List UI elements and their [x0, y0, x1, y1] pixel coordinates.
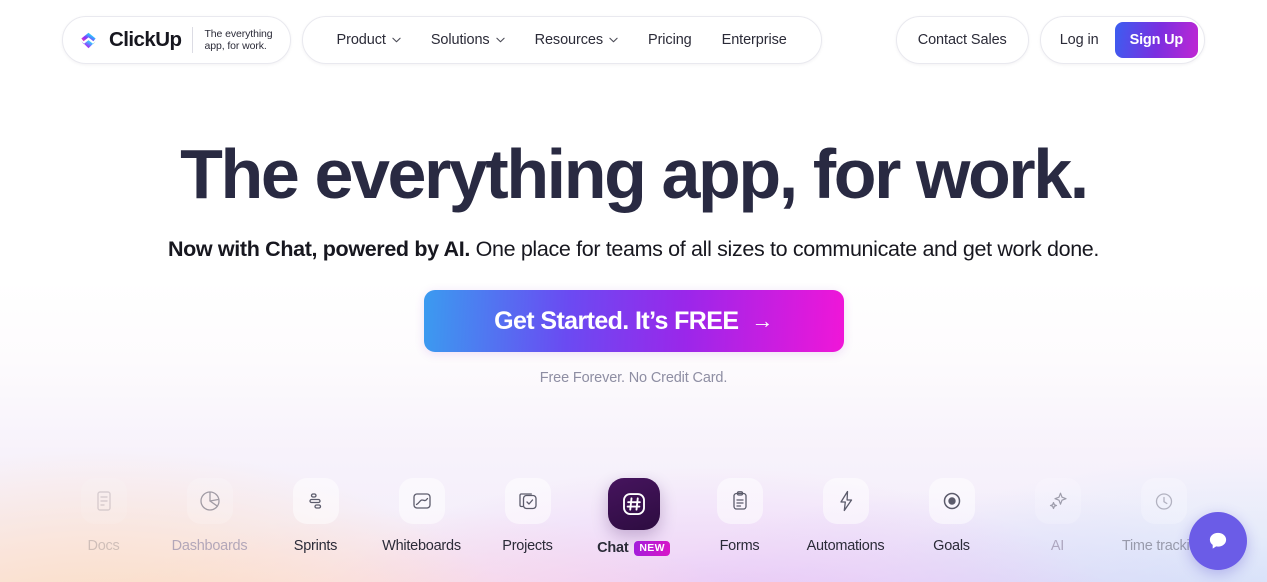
chat-hash-icon [622, 493, 645, 515]
carousel-label: Automations [806, 538, 885, 554]
nav-item-solutions[interactable]: Solutions [416, 17, 520, 63]
carousel-item-automations[interactable]: Automations [793, 478, 899, 554]
sprints-bars-icon [308, 493, 321, 509]
chat-bubble-icon [1209, 532, 1227, 549]
login-button[interactable]: Log in [1060, 32, 1115, 48]
contact-sales-label: Contact Sales [917, 32, 1007, 48]
auth-pill: Log in Sign Up [1039, 16, 1205, 64]
docs-tile [80, 478, 127, 524]
primary-nav: Product Solutions Resources Pricing Ente… [301, 16, 822, 64]
cta-wrapper: Get Started. It’s FREE → Free Forever. N… [0, 290, 1267, 386]
hero-subtitle: Now with Chat, powered by AI. One place … [0, 233, 1267, 265]
carousel-label: Docs [87, 538, 120, 554]
carousel-label: Whiteboards [382, 538, 461, 554]
docs-icon [96, 491, 111, 511]
chevron-down-icon [609, 37, 618, 43]
hero-subtitle-bold: Now with Chat, powered by AI. [167, 237, 470, 261]
forms-tile [716, 478, 763, 524]
carousel-item-ai[interactable]: AI [1005, 478, 1111, 554]
logo-wordmark: ClickUp [109, 27, 182, 51]
carousel-label-chat: Chat NEW [597, 540, 670, 556]
clickup-logo-mark [81, 32, 96, 48]
carousel-item-sprints[interactable]: Sprints [263, 478, 369, 554]
time-tracking-tile [1140, 478, 1187, 524]
forms-clipboard-icon [732, 491, 747, 510]
site-header: ClickUp The everything app, for work. Pr… [0, 0, 1267, 80]
chevron-down-icon [392, 37, 401, 43]
contact-sales-button[interactable]: Contact Sales [895, 16, 1029, 64]
carousel-item-dashboards[interactable]: Dashboards [157, 478, 263, 554]
page-title: The everything app, for work. [180, 135, 1089, 213]
carousel-item-docs[interactable]: Docs [51, 478, 157, 554]
carousel-item-projects[interactable]: Projects [475, 478, 581, 554]
chat-widget-button[interactable] [1189, 512, 1247, 570]
new-badge: NEW [634, 540, 670, 556]
nav-label: Resources [534, 32, 604, 48]
logo-tagline: The everything app, for work. [204, 27, 273, 53]
time-tracking-icon [1155, 493, 1172, 510]
lightning-bolt-icon [839, 490, 852, 512]
carousel-item-whiteboards[interactable]: Whiteboards [369, 478, 475, 554]
chat-tile [607, 478, 660, 530]
whiteboards-tile [398, 478, 445, 524]
hero-subtitle-rest: One place for teams of all sizes to comm… [469, 237, 1100, 261]
logo-divider [192, 27, 194, 53]
goals-tile [928, 478, 975, 524]
nav-item-product[interactable]: Product [322, 17, 416, 63]
projects-check-icon [518, 493, 537, 510]
carousel-item-chat[interactable]: Chat NEW [581, 478, 687, 556]
chat-label-text: Chat [597, 540, 629, 556]
carousel-label: Dashboards [171, 538, 248, 554]
carousel-label: Forms [719, 538, 760, 554]
carousel-item-goals[interactable]: Goals [899, 478, 1005, 554]
cta-label: Get Started. It’s FREE [494, 306, 739, 335]
ai-sparkle-icon [1049, 492, 1067, 510]
chevron-down-icon [495, 37, 505, 43]
nav-label: Product [336, 32, 386, 48]
carousel-label: AI [1050, 538, 1065, 554]
nav-label: Pricing [648, 32, 692, 48]
nav-label: Enterprise [721, 32, 787, 48]
nav-item-resources[interactable]: Resources [520, 17, 633, 63]
signup-button[interactable]: Sign Up [1114, 22, 1198, 58]
sprints-tile [292, 478, 339, 524]
automations-tile [822, 478, 869, 524]
goals-target-icon [943, 492, 960, 510]
header-actions: Contact Sales Log in Sign Up [895, 16, 1205, 64]
arrow-right-icon: → [751, 308, 773, 333]
feature-carousel[interactable]: Docs Dashboards Sprints Whiteboards Proj… [0, 470, 1267, 582]
carousel-item-forms[interactable]: Forms [687, 478, 793, 554]
projects-tile [504, 478, 551, 524]
pie-chart-icon [199, 491, 220, 511]
nav-item-pricing[interactable]: Pricing [633, 17, 707, 63]
get-started-button[interactable]: Get Started. It’s FREE → [423, 290, 844, 352]
ai-tile [1034, 478, 1081, 524]
dashboards-tile [186, 478, 233, 524]
whiteboard-icon [412, 493, 431, 509]
carousel-label: Sprints [293, 538, 338, 554]
carousel-label: Goals [933, 538, 970, 554]
nav-item-enterprise[interactable]: Enterprise [707, 17, 802, 63]
carousel-label: Projects [502, 538, 553, 554]
cta-subnote: Free Forever. No Credit Card. [539, 370, 728, 386]
logo-pill[interactable]: ClickUp The everything app, for work. [62, 16, 291, 64]
nav-label: Solutions [430, 32, 490, 48]
